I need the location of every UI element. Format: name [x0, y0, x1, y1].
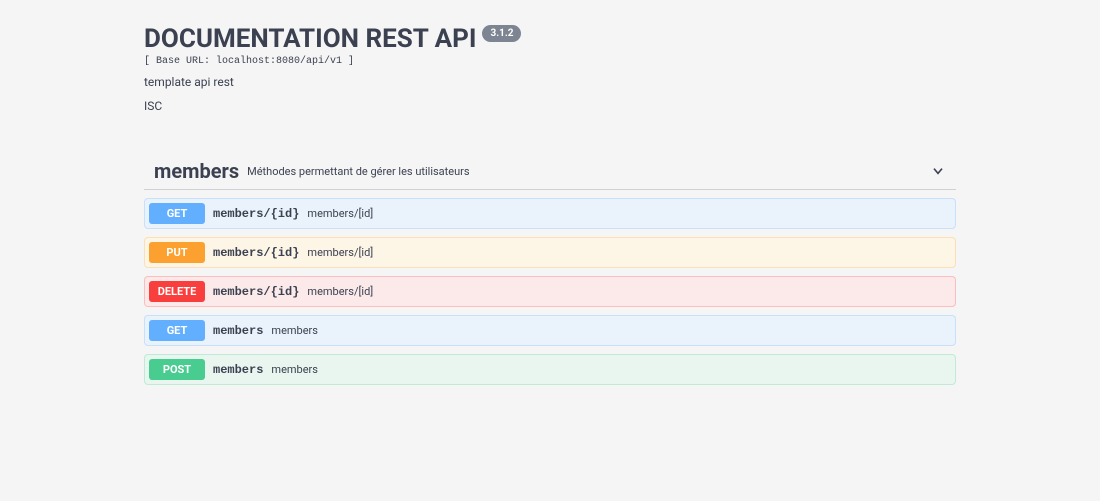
operation-get-members[interactable]: GET members members: [144, 315, 956, 346]
method-badge-post: POST: [149, 359, 205, 380]
operation-path: members/{id}: [213, 207, 299, 221]
operation-get-members-id[interactable]: GET members/{id} members/[id]: [144, 198, 956, 229]
operation-post-members[interactable]: POST members members: [144, 354, 956, 385]
tag-name: members: [154, 159, 239, 183]
chevron-down-icon: [930, 163, 946, 179]
operation-delete-members-id[interactable]: DELETE members/{id} members/[id]: [144, 276, 956, 307]
operation-summary: members/[id]: [307, 207, 373, 220]
operation-summary: members/[id]: [307, 285, 373, 298]
license-link[interactable]: ISC: [144, 99, 956, 113]
operation-summary: members: [271, 363, 318, 376]
operation-path: members/{id}: [213, 285, 299, 299]
operation-path: members: [213, 324, 263, 338]
operation-summary: members: [271, 324, 318, 337]
method-badge-get: GET: [149, 203, 205, 224]
api-description: template api rest: [144, 75, 956, 89]
operation-summary: members/[id]: [307, 246, 373, 259]
page-title: DOCUMENTATION REST API: [144, 24, 476, 54]
operation-put-members-id[interactable]: PUT members/{id} members/[id]: [144, 237, 956, 268]
base-url: [ Base URL: localhost:8080/api/v1 ]: [144, 56, 956, 67]
version-badge: 3.1.2: [482, 25, 521, 42]
method-badge-delete: DELETE: [149, 281, 205, 302]
operation-path: members: [213, 363, 263, 377]
method-badge-put: PUT: [149, 242, 205, 263]
method-badge-get: GET: [149, 320, 205, 341]
operation-path: members/{id}: [213, 246, 299, 260]
tag-members-header[interactable]: members Méthodes permettant de gérer les…: [144, 153, 956, 190]
tag-description: Méthodes permettant de gérer les utilisa…: [247, 165, 930, 178]
